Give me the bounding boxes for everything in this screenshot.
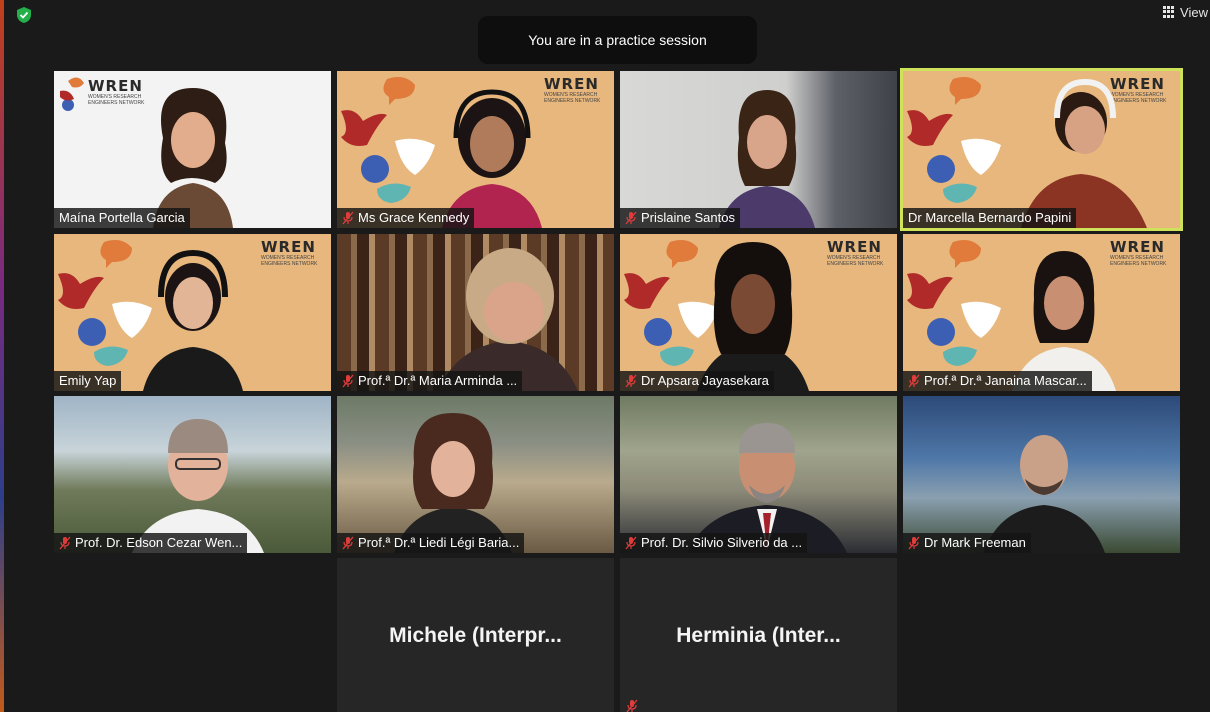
participant-name: Prof.ª Dr.ª Maria Arminda ... (337, 371, 523, 391)
practice-session-banner: You are in a practice session (478, 16, 757, 64)
participant-tile[interactable]: WREN WOMEN'S RESEARCH ENGINEERS NETWORK … (54, 234, 331, 391)
participant-tile[interactable]: Prof. Dr. Silvio Silverio da ... (620, 396, 897, 553)
view-label: View (1180, 4, 1208, 20)
participant-tile[interactable]: WREN WOMEN'S RESEARCH ENGINEERS NETWORK … (903, 234, 1180, 391)
participant-tile[interactable]: WREN WOMEN'S RESEARCH ENGINEERS NETWORK … (620, 234, 897, 391)
participant-name: Prof.ª Dr.ª Liedi Légi Baria... (337, 533, 525, 553)
participant-name: Prof. Dr. Silvio Silverio da ... (620, 533, 808, 553)
shield-check-icon[interactable] (15, 6, 33, 24)
participant-video (442, 89, 543, 228)
participant-tile-active-speaker[interactable]: WREN WOMEN'S RESEARCH ENGINEERS NETWORK … (900, 68, 1183, 231)
mic-muted-icon (342, 374, 354, 388)
participant-tile[interactable]: Dr Mark Freeman (903, 396, 1180, 553)
participant-tile-video-off[interactable]: Michele (Interpr... (337, 558, 614, 712)
participant-name: Ms Grace Kennedy (337, 208, 475, 228)
participant-name: Herminia (Inter... (676, 624, 841, 647)
meeting-window: View You are in a practice session WREN … (0, 0, 1210, 712)
participant-tile[interactable]: WREN WOMEN'S RESEARCH ENGINEERS NETWORK … (54, 71, 331, 228)
participant-tile-video-off[interactable]: Herminia (Inter... (620, 558, 897, 712)
participant-video (152, 88, 233, 228)
participant-tile[interactable]: Prof.ª Dr.ª Maria Arminda ... (337, 234, 614, 391)
wren-logo: WREN WOMEN'S RESEARCH ENGINEERS NETWORK (827, 238, 884, 268)
participant-video (394, 413, 513, 553)
mic-muted-icon (625, 374, 637, 388)
wren-logo: WREN WOMEN'S RESEARCH ENGINEERS NETWORK (261, 238, 318, 268)
participant-video (438, 248, 579, 391)
participant-tile[interactable]: Prof.ª Dr.ª Liedi Légi Baria... (337, 396, 614, 553)
desktop-edge (0, 0, 4, 712)
participant-video (1011, 251, 1116, 391)
participant-video (142, 249, 243, 391)
mic-muted-icon (342, 211, 354, 225)
participant-name: Michele (Interpr... (389, 624, 562, 647)
participant-video (132, 419, 265, 553)
participant-video (696, 242, 809, 391)
mic-muted-icon (625, 211, 637, 225)
participant-name: Dr Mark Freeman (903, 533, 1031, 553)
participant-tile[interactable]: WREN WOMEN'S RESEARCH ENGINEERS NETWORK … (337, 71, 614, 228)
participant-name: Prislaine Santos (620, 208, 740, 228)
mic-muted-icon (908, 374, 920, 388)
view-button[interactable]: View (1163, 2, 1210, 22)
mic-muted-icon (908, 536, 920, 550)
participant-name: Maína Portella Garcia (54, 208, 190, 228)
participant-tile[interactable]: Prislaine Santos (620, 71, 897, 228)
mic-muted-icon (625, 536, 637, 550)
mic-muted-icon (59, 536, 71, 550)
gallery-grid-icon (1163, 6, 1175, 18)
mic-muted-icon (626, 699, 638, 712)
participant-name: Prof.ª Dr.ª Janaina Mascar... (903, 371, 1092, 391)
participant-video (983, 435, 1106, 553)
participant-name: Prof. Dr. Edson Cezar Wen... (54, 533, 248, 553)
participant-video (686, 423, 847, 553)
banner-text: You are in a practice session (528, 32, 707, 48)
mic-muted-icon (342, 536, 354, 550)
participant-name: Emily Yap (54, 371, 122, 391)
participant-name: Dr Marcella Bernardo Papini (903, 208, 1077, 228)
participant-video (718, 90, 815, 228)
participant-name: Dr Apsara Jayasekara (620, 371, 774, 391)
participant-tile[interactable]: Prof. Dr. Edson Cezar Wen... (54, 396, 331, 553)
participant-video (1020, 78, 1147, 228)
